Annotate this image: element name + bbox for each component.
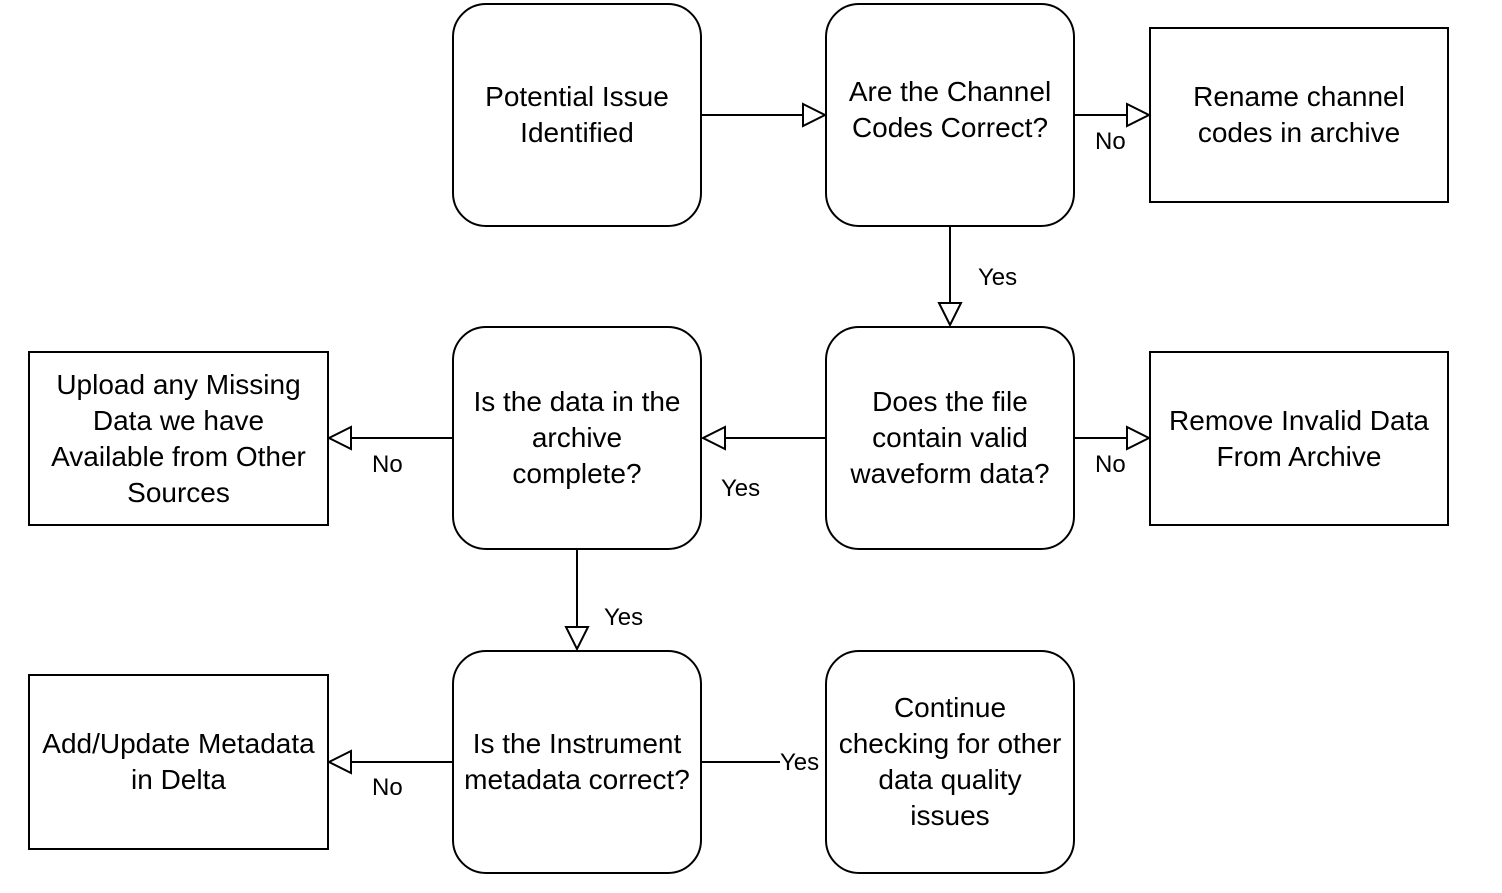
- node-potential-issue[interactable]: Potential Issue Identified: [452, 3, 702, 227]
- edge-label-metadata-no: No: [372, 774, 403, 801]
- node-label: Upload any Missing Data we have Availabl…: [51, 368, 306, 508]
- node-label: Add/Update Metadata in Delta: [42, 728, 315, 795]
- arrowhead-icon: [326, 749, 352, 775]
- node-label: Potential Issue Identified: [485, 81, 669, 148]
- node-valid-waveform-decision[interactable]: Does the file contain valid waveform dat…: [825, 326, 1075, 550]
- arrowhead-icon: [564, 626, 590, 652]
- arrowhead-icon: [1126, 425, 1152, 451]
- arrowhead-icon: [326, 425, 352, 451]
- node-archive-complete-decision[interactable]: Is the data in the archive complete?: [452, 326, 702, 550]
- node-rename-channel[interactable]: Rename channel codes in archive: [1149, 27, 1449, 203]
- arrowhead-icon: [1126, 102, 1152, 128]
- edge-label-channel-yes: Yes: [978, 264, 1018, 291]
- arrowhead-icon: [802, 102, 828, 128]
- node-continue-checking[interactable]: Continue checking for other data quality…: [825, 650, 1075, 874]
- node-instrument-metadata-decision[interactable]: Is the Instrument metadata correct?: [452, 650, 702, 874]
- arrowhead-icon: [937, 302, 963, 328]
- arrowhead-icon: [700, 425, 726, 451]
- edge-label-waveform-yes: Yes: [721, 475, 761, 502]
- node-label: Continue checking for other data quality…: [838, 692, 1062, 831]
- node-label: Rename channel codes in archive: [1193, 81, 1405, 148]
- node-add-metadata[interactable]: Add/Update Metadata in Delta: [28, 674, 329, 850]
- node-remove-invalid[interactable]: Remove Invalid Data From Archive: [1149, 351, 1449, 526]
- node-label: Is the data in the archive complete?: [473, 386, 681, 489]
- node-label: Are the Channel Codes Correct?: [848, 76, 1052, 143]
- node-channel-codes-decision[interactable]: Are the Channel Codes Correct?: [825, 3, 1075, 227]
- edge-label-complete-no: No: [372, 451, 403, 478]
- edge-label-complete-yes: Yes: [604, 604, 644, 631]
- node-label: Remove Invalid Data From Archive: [1169, 404, 1429, 472]
- edge-label-metadata-yes: Yes: [780, 749, 820, 776]
- edge-label-waveform-no: No: [1095, 451, 1126, 478]
- node-upload-missing[interactable]: Upload any Missing Data we have Availabl…: [28, 351, 329, 526]
- edge-label-channel-no: No: [1095, 128, 1126, 155]
- node-label: Does the file contain valid waveform dat…: [850, 386, 1050, 489]
- node-label: Is the Instrument metadata correct?: [464, 728, 690, 795]
